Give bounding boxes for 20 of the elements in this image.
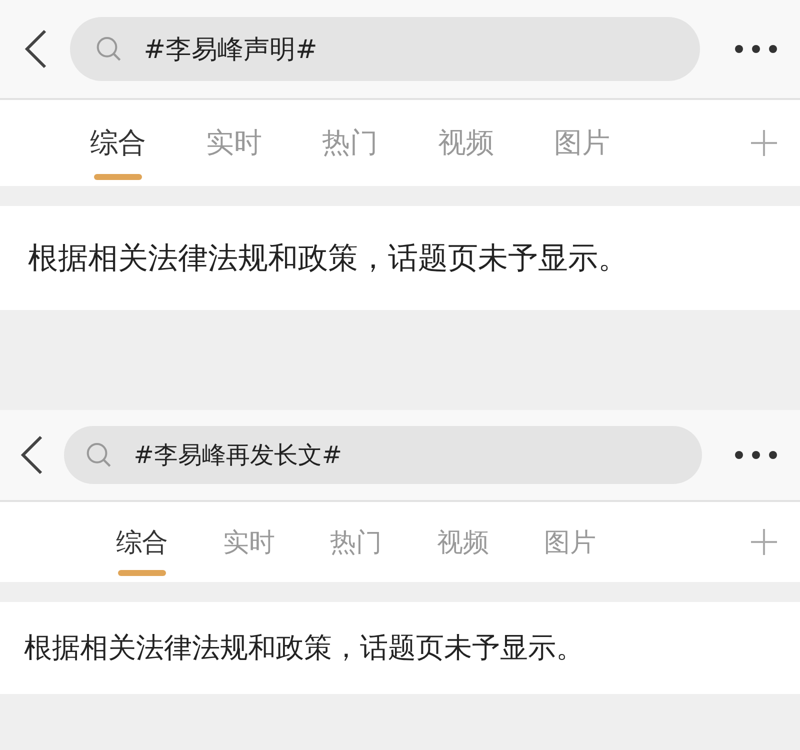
back-icon[interactable] (24, 29, 48, 69)
tab[interactable]: 综合 (90, 100, 146, 186)
notice-text: 根据相关法律法规和政策，话题页未予显示。 (28, 240, 628, 278)
search-field[interactable]: #李易峰再发长文# (64, 426, 702, 484)
tab[interactable]: 图片 (544, 502, 596, 582)
tab[interactable]: 图片 (554, 100, 610, 186)
tab[interactable]: 视频 (438, 100, 494, 186)
tab[interactable]: 热门 (330, 502, 382, 582)
back-icon[interactable] (20, 435, 44, 475)
search-icon (96, 35, 122, 63)
tab[interactable]: 热门 (322, 100, 378, 186)
search-field[interactable]: #李易峰声明# (70, 17, 700, 81)
tab[interactable]: 综合 (116, 502, 168, 582)
search-icon (86, 441, 112, 469)
more-icon[interactable] (734, 44, 778, 54)
notice-text: 根据相关法律法规和政策，话题页未予显示。 (24, 630, 584, 666)
more-icon[interactable] (734, 450, 778, 460)
tab[interactable]: 实时 (206, 100, 262, 186)
tab[interactable]: 视频 (437, 502, 489, 582)
tab[interactable]: 实时 (223, 502, 275, 582)
